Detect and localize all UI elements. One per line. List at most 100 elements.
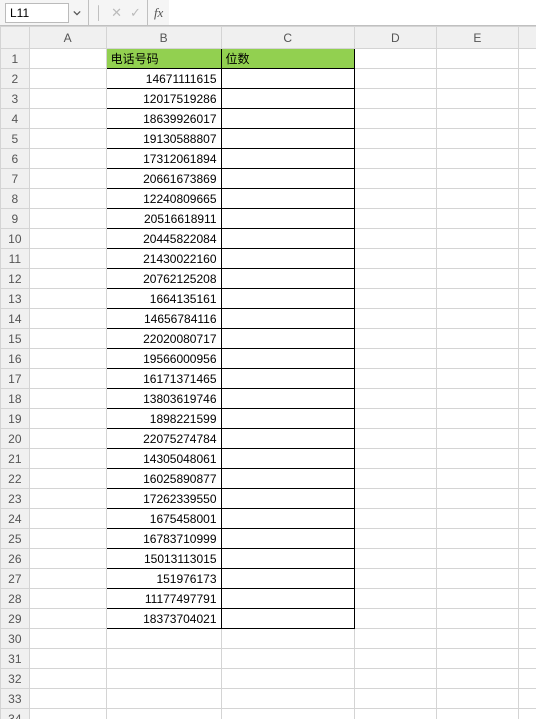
cell-E26[interactable] <box>436 549 518 569</box>
cell-C23[interactable] <box>221 489 354 509</box>
cell-A8[interactable] <box>29 189 106 209</box>
cell-A5[interactable] <box>29 129 106 149</box>
cell-A20[interactable] <box>29 429 106 449</box>
cell-D28[interactable] <box>354 589 436 609</box>
row-header[interactable]: 33 <box>1 689 30 709</box>
cell-D34[interactable] <box>354 709 436 719</box>
cell-B32[interactable] <box>106 669 221 689</box>
cell-D27[interactable] <box>354 569 436 589</box>
cell-F24[interactable] <box>518 509 536 529</box>
cell-B27[interactable]: 151976173 <box>106 569 221 589</box>
row-header[interactable]: 20 <box>1 429 30 449</box>
cell-B22[interactable]: 16025890877 <box>106 469 221 489</box>
cell-E2[interactable] <box>436 69 518 89</box>
row-header[interactable]: 22 <box>1 469 30 489</box>
col-header-D[interactable]: D <box>354 27 436 49</box>
cell-C28[interactable] <box>221 589 354 609</box>
row-header[interactable]: 10 <box>1 229 30 249</box>
row-header[interactable]: 13 <box>1 289 30 309</box>
cell-C20[interactable] <box>221 429 354 449</box>
cell-D17[interactable] <box>354 369 436 389</box>
cell-A17[interactable] <box>29 369 106 389</box>
name-box[interactable] <box>6 4 68 22</box>
cell-D14[interactable] <box>354 309 436 329</box>
cell-C21[interactable] <box>221 449 354 469</box>
cell-C13[interactable] <box>221 289 354 309</box>
cell-E20[interactable] <box>436 429 518 449</box>
cell-A4[interactable] <box>29 109 106 129</box>
cell-C32[interactable] <box>221 669 354 689</box>
cell-B23[interactable]: 17262339550 <box>106 489 221 509</box>
cell-F29[interactable] <box>518 609 536 629</box>
cell-A16[interactable] <box>29 349 106 369</box>
cell-B11[interactable]: 21430022160 <box>106 249 221 269</box>
row-header[interactable]: 8 <box>1 189 30 209</box>
cell-E27[interactable] <box>436 569 518 589</box>
cell-C12[interactable] <box>221 269 354 289</box>
cell-C15[interactable] <box>221 329 354 349</box>
col-header-A[interactable]: A <box>29 27 106 49</box>
cell-D33[interactable] <box>354 689 436 709</box>
cell-A11[interactable] <box>29 249 106 269</box>
cell-E24[interactable] <box>436 509 518 529</box>
cell-B5[interactable]: 19130588807 <box>106 129 221 149</box>
cell-F9[interactable] <box>518 209 536 229</box>
cell-C3[interactable] <box>221 89 354 109</box>
cell-F31[interactable] <box>518 649 536 669</box>
cell-B34[interactable] <box>106 709 221 719</box>
cell-C26[interactable] <box>221 549 354 569</box>
cell-C22[interactable] <box>221 469 354 489</box>
cell-B14[interactable]: 14656784116 <box>106 309 221 329</box>
row-header[interactable]: 28 <box>1 589 30 609</box>
cell-D25[interactable] <box>354 529 436 549</box>
cell-B12[interactable]: 20762125208 <box>106 269 221 289</box>
cell-B3[interactable]: 12017519286 <box>106 89 221 109</box>
cell-D3[interactable] <box>354 89 436 109</box>
cell-C30[interactable] <box>221 629 354 649</box>
cell-C16[interactable] <box>221 349 354 369</box>
cell-E19[interactable] <box>436 409 518 429</box>
row-header[interactable]: 3 <box>1 89 30 109</box>
cell-A34[interactable] <box>29 709 106 719</box>
cell-C19[interactable] <box>221 409 354 429</box>
cell-A28[interactable] <box>29 589 106 609</box>
row-header[interactable]: 24 <box>1 509 30 529</box>
row-header[interactable]: 29 <box>1 609 30 629</box>
row-header[interactable]: 4 <box>1 109 30 129</box>
cell-E4[interactable] <box>436 109 518 129</box>
cell-F14[interactable] <box>518 309 536 329</box>
cell-F26[interactable] <box>518 549 536 569</box>
cell-C34[interactable] <box>221 709 354 719</box>
cell-A33[interactable] <box>29 689 106 709</box>
row-header[interactable]: 30 <box>1 629 30 649</box>
row-header[interactable]: 32 <box>1 669 30 689</box>
cell-A3[interactable] <box>29 89 106 109</box>
cell-A12[interactable] <box>29 269 106 289</box>
col-header-E[interactable]: E <box>436 27 518 49</box>
row-header[interactable]: 16 <box>1 349 30 369</box>
cell-E23[interactable] <box>436 489 518 509</box>
cell-F6[interactable] <box>518 149 536 169</box>
cell-C33[interactable] <box>221 689 354 709</box>
cell-E31[interactable] <box>436 649 518 669</box>
cell-D10[interactable] <box>354 229 436 249</box>
cell-C2[interactable] <box>221 69 354 89</box>
cell-D9[interactable] <box>354 209 436 229</box>
cell-C9[interactable] <box>221 209 354 229</box>
cell-D8[interactable] <box>354 189 436 209</box>
cell-C17[interactable] <box>221 369 354 389</box>
cell-B33[interactable] <box>106 689 221 709</box>
cell-E34[interactable] <box>436 709 518 719</box>
cell-A23[interactable] <box>29 489 106 509</box>
cell-A13[interactable] <box>29 289 106 309</box>
cell-B10[interactable]: 20445822084 <box>106 229 221 249</box>
cell-B21[interactable]: 14305048061 <box>106 449 221 469</box>
cell-E1[interactable] <box>436 49 518 69</box>
cell-C4[interactable] <box>221 109 354 129</box>
cell-B31[interactable] <box>106 649 221 669</box>
cell-E5[interactable] <box>436 129 518 149</box>
row-header[interactable]: 12 <box>1 269 30 289</box>
cell-B1[interactable]: 电话号码 <box>106 49 221 69</box>
cell-D26[interactable] <box>354 549 436 569</box>
cell-D1[interactable] <box>354 49 436 69</box>
